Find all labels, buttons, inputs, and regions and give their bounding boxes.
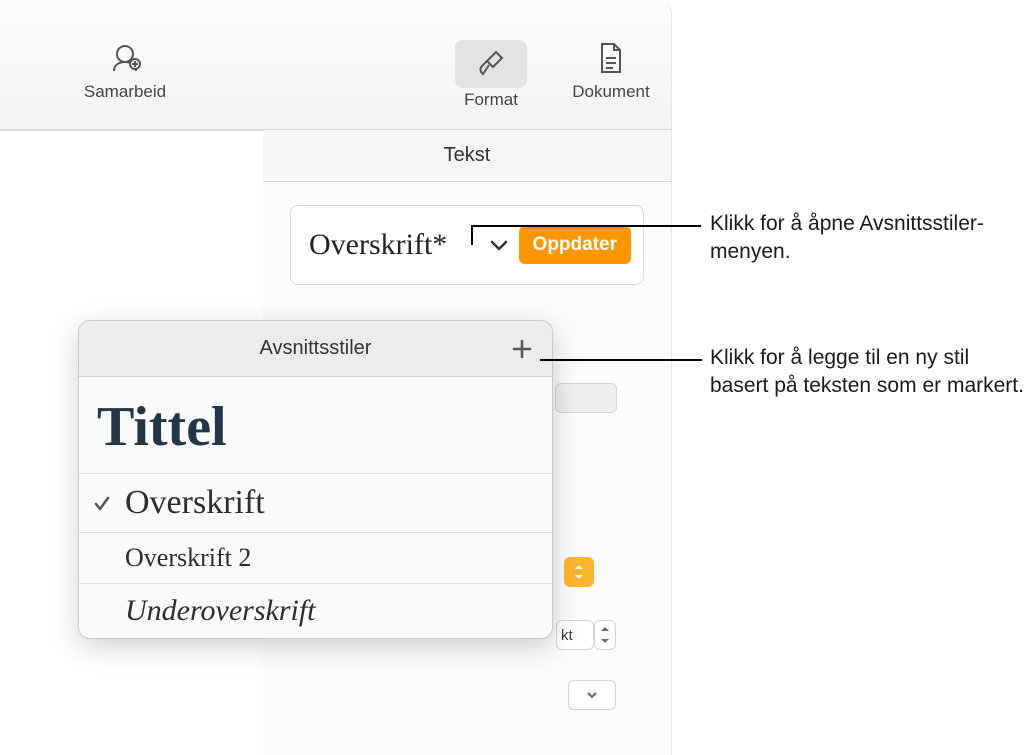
chevron-down-icon[interactable] bbox=[479, 238, 519, 252]
callout-line bbox=[471, 225, 701, 227]
panel-fragment bbox=[555, 383, 617, 413]
paragraph-style-selector[interactable]: Overskrift* Oppdater bbox=[290, 205, 644, 285]
add-style-button[interactable] bbox=[504, 331, 540, 367]
popover-body: Tittel Overskrift Overskrift 2 Underover… bbox=[79, 377, 552, 638]
toolbar-label: Dokument bbox=[572, 82, 649, 102]
toolbar-label: Samarbeid bbox=[84, 82, 166, 102]
toolbar-button-format[interactable]: Format bbox=[431, 40, 551, 110]
update-style-button[interactable]: Oppdater bbox=[519, 226, 631, 264]
callout-line bbox=[540, 359, 702, 361]
popover-header: Avsnittsstiler bbox=[79, 321, 552, 377]
checkmark-icon bbox=[93, 484, 111, 522]
tab-label: Tekst bbox=[444, 144, 491, 167]
fragment-label: kt bbox=[561, 627, 573, 644]
field-fragment-kt[interactable]: kt bbox=[556, 620, 594, 650]
style-option-label: Overskrift bbox=[125, 484, 265, 521]
color-stepper[interactable] bbox=[564, 557, 594, 587]
collaborate-icon bbox=[107, 40, 143, 76]
style-option-overskrift2[interactable]: Overskrift 2 bbox=[79, 533, 552, 584]
dropdown-chevron[interactable] bbox=[568, 680, 616, 710]
toolbar-button-samarbeid[interactable]: Samarbeid bbox=[65, 40, 185, 102]
callout-add-style: Klikk for å legge til en ny stil basert … bbox=[710, 344, 1030, 401]
style-option-tittel[interactable]: Tittel bbox=[79, 377, 552, 474]
callout-line bbox=[471, 225, 473, 245]
callout-open-menu: Klikk for å åpne Avsnittsstiler-menyen. bbox=[710, 210, 1020, 267]
style-option-underoverskrift[interactable]: Underoverskrift bbox=[79, 584, 552, 638]
current-style-name: Overskrift* bbox=[309, 228, 479, 262]
toolbar: Samarbeid Format Dokument bbox=[0, 0, 672, 130]
paintbrush-icon bbox=[473, 46, 509, 82]
toolbar-button-dokument[interactable]: Dokument bbox=[551, 40, 671, 102]
popover-title: Avsnittsstiler bbox=[95, 337, 536, 360]
style-option-overskrift[interactable]: Overskrift bbox=[79, 474, 552, 533]
toolbar-label: Format bbox=[464, 90, 518, 110]
inspector-tab-tekst[interactable]: Tekst bbox=[263, 130, 672, 182]
paragraph-styles-popover: Avsnittsstiler Tittel Overskrift Overskr… bbox=[78, 320, 553, 639]
document-icon bbox=[593, 40, 629, 76]
stepper[interactable] bbox=[594, 620, 616, 650]
